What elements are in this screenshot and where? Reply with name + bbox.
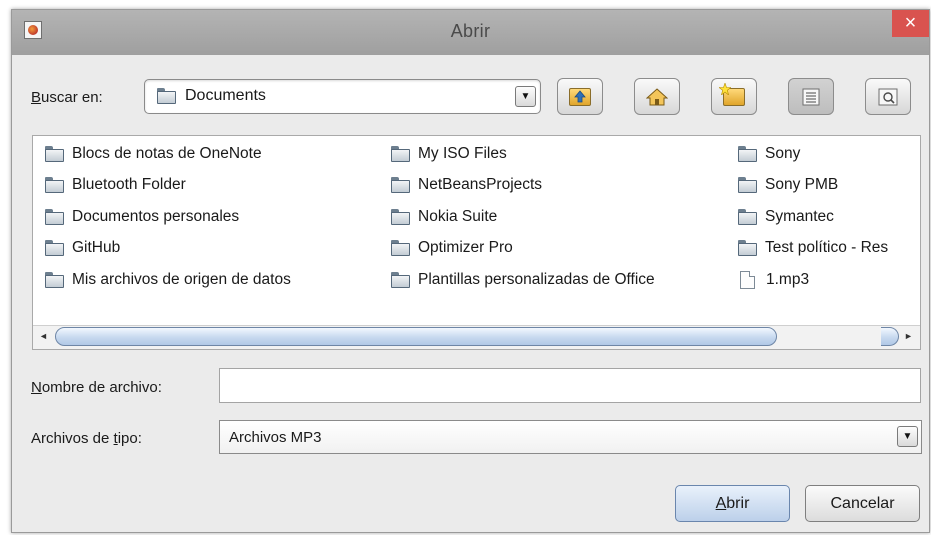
file-list-item-label: Blocs de notas de OneNote	[72, 145, 262, 162]
up-one-level-button[interactable]	[557, 78, 603, 115]
file-list[interactable]: Blocs de notas de OneNote Bluetooth Folde…	[32, 135, 921, 350]
scroll-right-icon[interactable]: ►	[900, 329, 917, 344]
file-list-item[interactable]: Plantillas personalizadas de Office	[391, 271, 655, 289]
open-file-dialog: Abrir × Buscar en: Documents ▼ Blocs de …	[11, 9, 930, 533]
folder-icon	[738, 240, 757, 256]
details-view-button[interactable]	[865, 78, 911, 115]
file-list-item-label: Test político - Res	[765, 239, 889, 256]
file-list-item[interactable]: Optimizer Pro	[391, 239, 513, 257]
home-button[interactable]	[634, 78, 680, 115]
chevron-down-icon[interactable]: ▼	[515, 86, 536, 107]
filename-label: Nombre de archivo:	[31, 379, 162, 396]
folder-icon	[391, 272, 410, 288]
file-list-item-label: GitHub	[72, 239, 121, 256]
file-list-item-label: Documentos personales	[72, 208, 240, 225]
open-button[interactable]: Abrir	[675, 485, 790, 522]
filetype-combo[interactable]: Archivos MP3 ▼	[219, 420, 922, 454]
folder-icon	[45, 146, 64, 162]
folder-icon	[391, 177, 410, 193]
filetype-label: Archivos de tipo:	[31, 430, 142, 447]
file-list-item[interactable]: Nokia Suite	[391, 208, 497, 226]
file-list-item[interactable]: Documentos personales	[45, 208, 239, 226]
cancel-button[interactable]: Cancelar	[805, 485, 920, 522]
filename-label-rest: ombre de archivo:	[41, 379, 162, 396]
file-list-item-label: Optimizer Pro	[418, 239, 513, 256]
file-list-item-label: Plantillas personalizadas de Office	[418, 271, 655, 288]
file-icon	[740, 271, 755, 289]
list-view-button[interactable]	[788, 78, 834, 115]
file-list-item-label: Sony PMB	[765, 176, 839, 193]
file-list-item[interactable]: Blocs de notas de OneNote	[45, 145, 262, 163]
filetype-value: Archivos MP3	[229, 429, 322, 446]
horizontal-scrollbar[interactable]: ◄ ►	[33, 325, 920, 349]
up-arrow-icon	[574, 89, 586, 102]
file-list-item-label: NetBeansProjects	[418, 176, 543, 193]
file-list-item[interactable]: Mis archivos de origen de datos	[45, 271, 291, 289]
folder-icon	[45, 240, 64, 256]
star-icon	[719, 82, 731, 95]
folder-up-icon	[569, 87, 591, 106]
folder-icon	[391, 146, 410, 162]
look-in-label-rest: uscar en:	[41, 89, 103, 106]
folder-icon	[738, 177, 757, 193]
file-list-item-label: Nokia Suite	[418, 208, 498, 225]
file-list-item-label: Bluetooth Folder	[72, 176, 186, 193]
open-button-rest: brir	[726, 495, 750, 512]
file-list-item-label: Sony	[765, 145, 801, 162]
folder-icon	[391, 240, 410, 256]
file-list-item-label: 1.mp3	[766, 271, 810, 288]
scrollbar-track-end	[881, 327, 899, 346]
chevron-down-icon[interactable]: ▼	[897, 426, 918, 447]
file-list-item[interactable]: GitHub	[45, 239, 120, 257]
file-list-item[interactable]: Test político - Res	[738, 239, 888, 257]
new-folder-button[interactable]	[711, 78, 757, 115]
new-folder-icon	[719, 82, 745, 106]
file-list-item-label: Symantec	[765, 208, 834, 225]
folder-icon	[45, 272, 64, 288]
file-list-item[interactable]: Sony	[738, 145, 800, 163]
file-list-item-label: My ISO Files	[418, 145, 507, 162]
folder-icon	[157, 88, 176, 104]
file-list-item[interactable]: 1.mp3	[738, 271, 809, 289]
title-bar[interactable]: Abrir ×	[12, 10, 929, 55]
filetype-label-rest: ipo:	[117, 430, 142, 447]
details-view-icon	[878, 88, 898, 105]
window-title: Abrir	[450, 21, 491, 41]
home-icon	[646, 87, 668, 105]
file-list-item[interactable]: Symantec	[738, 208, 834, 226]
look-in-combo[interactable]: Documents ▼	[144, 79, 541, 114]
look-in-value: Documents	[185, 87, 266, 104]
folder-icon	[738, 146, 757, 162]
folder-icon	[391, 209, 410, 225]
folder-icon	[738, 209, 757, 225]
folder-icon	[45, 209, 64, 225]
close-button[interactable]: ×	[892, 10, 929, 37]
filetype-label-pre: Archivos de	[31, 430, 114, 447]
look-in-label: Buscar en:	[31, 89, 103, 106]
scrollbar-thumb[interactable]	[55, 327, 777, 346]
look-in-label-mnemonic: B	[31, 89, 42, 106]
file-list-item[interactable]: Sony PMB	[738, 176, 838, 194]
scroll-left-icon[interactable]: ◄	[35, 329, 52, 344]
file-list-item[interactable]: My ISO Files	[391, 145, 507, 163]
file-list-item-label: Mis archivos de origen de datos	[72, 271, 291, 288]
open-button-mnemonic: A	[715, 495, 727, 512]
file-list-item[interactable]: Bluetooth Folder	[45, 176, 186, 194]
file-list-item[interactable]: NetBeansProjects	[391, 176, 542, 194]
filename-label-mnemonic: N	[31, 379, 42, 396]
filename-input[interactable]	[219, 368, 921, 403]
folder-icon	[45, 177, 64, 193]
list-view-icon	[802, 88, 820, 105]
